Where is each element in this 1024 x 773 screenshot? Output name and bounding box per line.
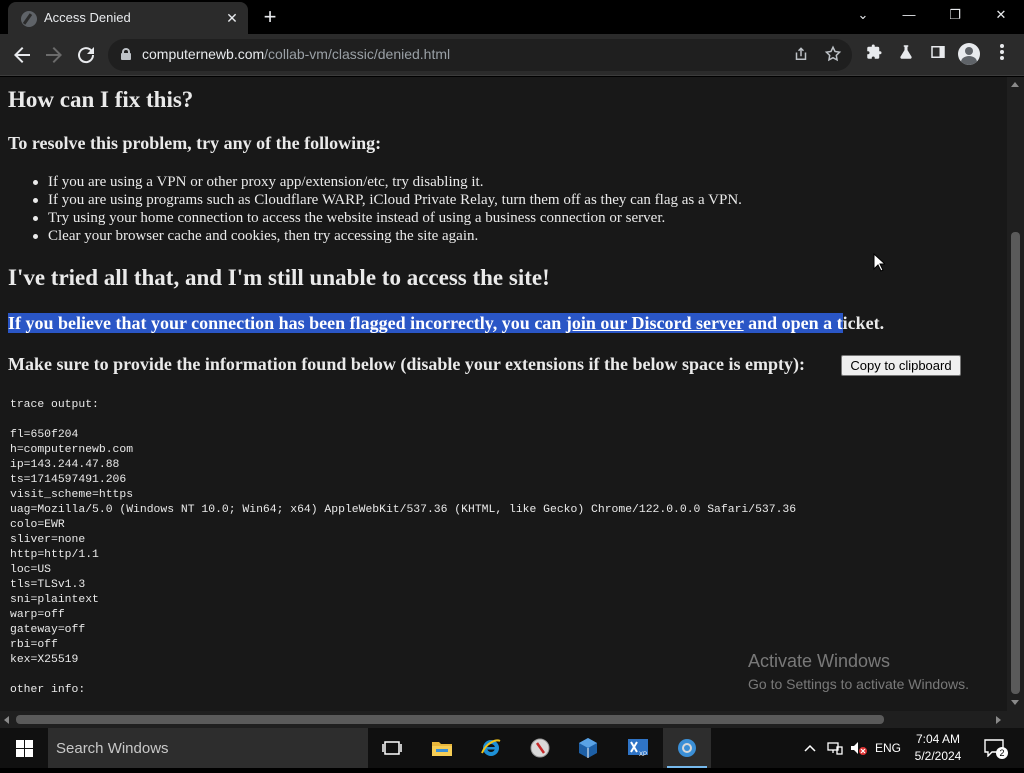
compass-app-icon bbox=[530, 738, 550, 758]
scroll-down-arrow-icon[interactable] bbox=[1011, 700, 1019, 705]
task-view-icon bbox=[382, 741, 402, 755]
language-indicator[interactable]: ENG bbox=[872, 728, 904, 768]
xp-mode-icon: XP bbox=[628, 739, 648, 758]
page-content: How can I fix this? To resolve this prob… bbox=[0, 77, 1007, 711]
restore-button[interactable]: ❐ bbox=[932, 0, 978, 30]
tab-strip: Access Denied ✕ + ⌄ — ❐ ✕ bbox=[0, 0, 1024, 34]
back-arrow-icon bbox=[14, 47, 30, 63]
horizontal-scrollbar[interactable] bbox=[0, 711, 1007, 728]
file-explorer-button[interactable] bbox=[418, 728, 466, 768]
clock-date: 5/2/2024 bbox=[914, 749, 962, 763]
flagged-text-tail: icket. bbox=[842, 313, 885, 333]
network-icon[interactable] bbox=[824, 728, 846, 768]
tray-overflow-chevron-icon[interactable] bbox=[800, 728, 820, 768]
new-tab-button[interactable]: + bbox=[257, 5, 283, 29]
media-app-button[interactable] bbox=[516, 728, 564, 768]
internet-explorer-icon bbox=[481, 739, 501, 756]
tab-close-icon[interactable]: ✕ bbox=[222, 8, 242, 28]
scroll-right-arrow-icon[interactable] bbox=[996, 716, 1001, 724]
copy-to-clipboard-button[interactable]: Copy to clipboard bbox=[841, 355, 961, 376]
vertical-scrollbar[interactable] bbox=[1007, 77, 1024, 711]
xp-mode-button[interactable]: XP bbox=[614, 728, 662, 768]
bookmark-star-icon[interactable] bbox=[823, 45, 843, 65]
share-icon[interactable] bbox=[791, 45, 811, 65]
list-item: Try using your home connection to access… bbox=[33, 209, 742, 227]
close-window-button[interactable]: ✕ bbox=[978, 0, 1024, 30]
mouse-pointer-icon bbox=[873, 253, 885, 272]
heading-still-unable: I've tried all that, and I'm still unabl… bbox=[8, 265, 550, 290]
forward-arrow-icon bbox=[46, 47, 62, 63]
scroll-up-arrow-icon[interactable] bbox=[1011, 82, 1019, 87]
folder-icon bbox=[432, 742, 452, 756]
volume-muted-icon[interactable] bbox=[848, 728, 870, 768]
address-bar[interactable]: computernewb.com/collab-vm/classic/denie… bbox=[108, 39, 852, 71]
clock-time: 7:04 AM bbox=[915, 732, 961, 746]
reload-icon bbox=[78, 47, 95, 64]
search-placeholder: Search Windows bbox=[56, 740, 169, 757]
url-text[interactable]: computernewb.com/collab-vm/classic/denie… bbox=[142, 46, 450, 62]
profile-avatar-icon[interactable] bbox=[958, 43, 980, 65]
internet-explorer-button[interactable] bbox=[467, 728, 515, 768]
blocked-favicon-icon bbox=[21, 11, 37, 27]
horizontal-scroll-thumb[interactable] bbox=[16, 715, 884, 724]
watermark-subtitle: Go to Settings to activate Windows. bbox=[748, 676, 969, 692]
flagged-text-selected-tail: and open a t bbox=[743, 313, 843, 333]
chrome-taskbar-button[interactable] bbox=[663, 728, 711, 768]
activate-windows-watermark: Activate Windows Go to Settings to activ… bbox=[748, 651, 969, 692]
side-panel-icon[interactable] bbox=[926, 43, 950, 67]
chrome-icon bbox=[678, 739, 696, 757]
browser-toolbar: computernewb.com/collab-vm/classic/denie… bbox=[0, 34, 1024, 76]
url-host: computernewb.com bbox=[142, 46, 265, 62]
reload-button[interactable] bbox=[74, 43, 98, 67]
heading-how-to-fix: How can I fix this? bbox=[8, 87, 194, 112]
forward-button[interactable] bbox=[42, 43, 66, 67]
virtualbox-icon bbox=[579, 738, 597, 758]
provide-info-text: Make sure to provide the information fou… bbox=[8, 354, 806, 374]
scrollbar-corner bbox=[1007, 711, 1024, 728]
back-button[interactable] bbox=[10, 43, 34, 67]
list-item: Clear your browser cache and cookies, th… bbox=[33, 227, 742, 245]
tab-search-button[interactable]: ⌄ bbox=[840, 0, 886, 30]
list-item: If you are using programs such as Cloudf… bbox=[33, 192, 742, 208]
notification-count-badge: 2 bbox=[996, 747, 1008, 759]
extensions-puzzle-icon[interactable] bbox=[862, 43, 886, 67]
taskbar-clock[interactable]: 7:04 AM 5/2/2024 bbox=[908, 731, 968, 765]
labs-flask-icon[interactable] bbox=[894, 43, 918, 67]
start-button[interactable] bbox=[0, 728, 48, 768]
tab-access-denied[interactable]: Access Denied ✕ bbox=[8, 2, 248, 34]
svg-text:XP: XP bbox=[639, 752, 647, 758]
virtualbox-button[interactable] bbox=[564, 728, 612, 768]
taskbar-search-box[interactable]: Search Windows bbox=[48, 728, 368, 768]
vertical-scroll-thumb[interactable] bbox=[1011, 232, 1020, 694]
watermark-title: Activate Windows bbox=[748, 651, 891, 671]
scroll-left-arrow-icon[interactable] bbox=[4, 716, 9, 724]
discord-server-link[interactable]: join our Discord server bbox=[565, 313, 744, 333]
flagged-paragraph: If you believe that your connection has … bbox=[8, 313, 884, 334]
trace-output[interactable]: trace output: fl=650f204 h=computernewb.… bbox=[10, 398, 796, 698]
menu-kebab-icon[interactable] bbox=[990, 43, 1014, 67]
resolve-intro: To resolve this problem, try any of the … bbox=[8, 133, 382, 153]
flagged-text-selected: If you believe that your connection has … bbox=[8, 313, 566, 333]
tab-title: Access Denied bbox=[44, 10, 131, 25]
url-path: /collab-vm/classic/denied.html bbox=[264, 46, 451, 62]
list-item: If you are using a VPN or other proxy ap… bbox=[33, 173, 742, 191]
notification-center-button[interactable]: 2 bbox=[980, 728, 1008, 768]
minimize-button[interactable]: — bbox=[886, 0, 932, 30]
windows-taskbar: Search Windows XP ENG 7:04 AM 5/2/2024 2 bbox=[0, 728, 1024, 768]
lock-icon[interactable] bbox=[121, 48, 131, 60]
fix-steps-list: If you are using a VPN or other proxy ap… bbox=[33, 173, 742, 245]
task-view-button[interactable] bbox=[368, 728, 416, 768]
